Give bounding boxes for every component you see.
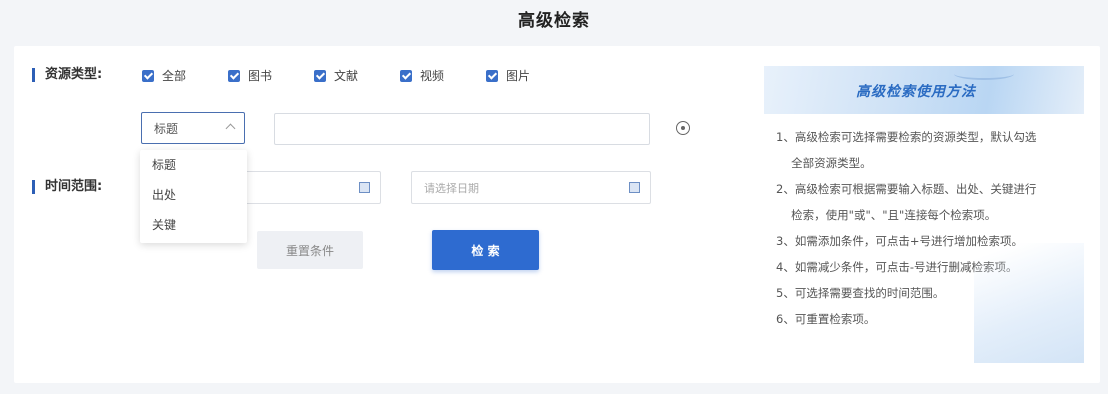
guide-banner: 高级检索使用方法: [764, 66, 1084, 114]
checkbox-label: 视频: [420, 69, 445, 83]
checkbox-label: 全部: [162, 69, 187, 83]
resource-type-checkboxes: 全部 图书 文献 视频 图片: [142, 67, 572, 84]
guide-title: 高级检索使用方法: [856, 84, 976, 100]
calendar-icon[interactable]: [629, 182, 640, 193]
checkbox-video[interactable]: 视频: [400, 67, 486, 84]
usage-guide: 高级检索使用方法 1、高级检索可选择需要检索的资源类型，默认勾选 全部资源类型。…: [764, 66, 1084, 363]
reset-button[interactable]: 重置条件: [257, 231, 363, 269]
search-button[interactable]: 检 索: [432, 230, 539, 270]
search-panel: 资源类型: 全部 图书 文献 视频 图片 标题 时间范围: 请选择日期 重置条件…: [14, 46, 1100, 383]
checkbox-checked-icon[interactable]: [400, 69, 412, 82]
checkbox-checked-icon[interactable]: [142, 69, 154, 82]
guide-item: 2、高级检索可根据需要输入标题、出处、关键进行: [776, 182, 1037, 196]
guide-item: 检索，使用"或"、"且"连接每个检索项。: [776, 208, 997, 222]
end-date-input[interactable]: 请选择日期: [411, 171, 651, 204]
chevron-up-icon: [225, 123, 236, 134]
field-select-value: 标题: [154, 121, 179, 136]
dropdown-option-source[interactable]: 出处: [140, 180, 247, 210]
end-date-placeholder: 请选择日期: [424, 181, 479, 195]
checkbox-label: 图书: [248, 69, 273, 83]
checkbox-checked-icon[interactable]: [228, 69, 240, 82]
guide-item: 全部资源类型。: [776, 156, 872, 170]
checkbox-images[interactable]: 图片: [486, 67, 572, 84]
wave-decoration: [954, 68, 1014, 80]
dropdown-option-title[interactable]: 标题: [140, 150, 247, 180]
field-select-dropdown: 标题 出处 关键: [140, 150, 247, 243]
checkbox-books[interactable]: 图书: [228, 67, 314, 84]
dropdown-option-keyword[interactable]: 关键: [140, 210, 247, 240]
page-title: 高级检索: [518, 11, 590, 31]
resource-type-label: 资源类型:: [32, 68, 102, 82]
field-select[interactable]: 标题: [141, 112, 245, 144]
search-input[interactable]: [274, 113, 650, 145]
checkbox-checked-icon[interactable]: [314, 69, 326, 82]
checkbox-label: 文献: [334, 69, 359, 83]
guide-decoration: [974, 243, 1084, 363]
time-range-label: 时间范围:: [32, 180, 102, 194]
calendar-icon[interactable]: [359, 182, 370, 193]
checkbox-literature[interactable]: 文献: [314, 67, 400, 84]
checkbox-label: 图片: [506, 69, 531, 83]
guide-item: 1、高级检索可选择需要检索的资源类型，默认勾选: [776, 130, 1037, 144]
add-circle-icon[interactable]: [676, 121, 690, 135]
start-date-input[interactable]: [240, 171, 381, 204]
checkbox-all[interactable]: 全部: [142, 67, 228, 84]
checkbox-checked-icon[interactable]: [486, 69, 498, 82]
